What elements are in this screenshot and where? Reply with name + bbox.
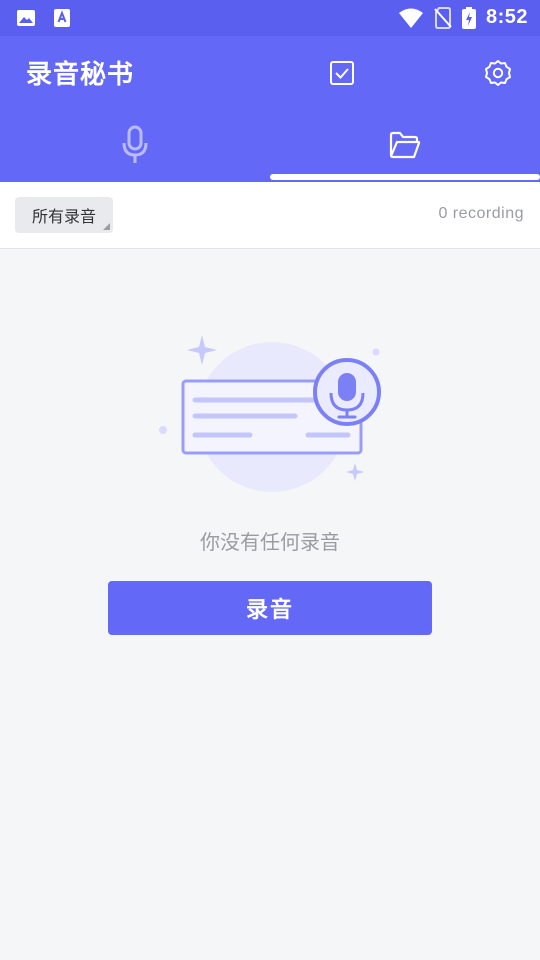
- app-bar: 录音秘书: [0, 36, 540, 182]
- status-right-icons: 8:52: [398, 6, 528, 29]
- empty-state-illustration: [159, 335, 381, 492]
- image-icon: [17, 10, 35, 26]
- status-time: 8:52: [485, 6, 528, 28]
- empty-message: 你没有任何录音: [200, 530, 340, 554]
- tab-files[interactable]: [270, 112, 540, 178]
- recording-count: 0 recording: [438, 205, 524, 222]
- checkbox-icon: [330, 61, 354, 85]
- filter-label: 所有录音: [31, 207, 96, 226]
- microphone-icon: [122, 125, 148, 163]
- dropdown-corner-icon: [103, 223, 110, 230]
- filter-bar: 所有录音 0 recording: [0, 182, 540, 249]
- record-button[interactable]: 录音: [108, 581, 432, 635]
- select-button[interactable]: [325, 56, 359, 90]
- tab-indicator: [270, 174, 540, 180]
- filter-dropdown[interactable]: 所有录音: [15, 197, 113, 233]
- no-sim-icon: [434, 6, 452, 29]
- status-bar: 8:52: [0, 0, 540, 36]
- tab-record[interactable]: [0, 112, 270, 178]
- folder-icon: [389, 131, 421, 159]
- text-a-icon: [54, 9, 70, 27]
- app-title: 录音秘书: [26, 60, 135, 90]
- battery-charging-icon: [461, 6, 476, 29]
- status-left-icons: [16, 8, 72, 28]
- settings-icon: [485, 60, 511, 86]
- settings-button[interactable]: [481, 56, 515, 90]
- wifi-icon: [398, 8, 423, 28]
